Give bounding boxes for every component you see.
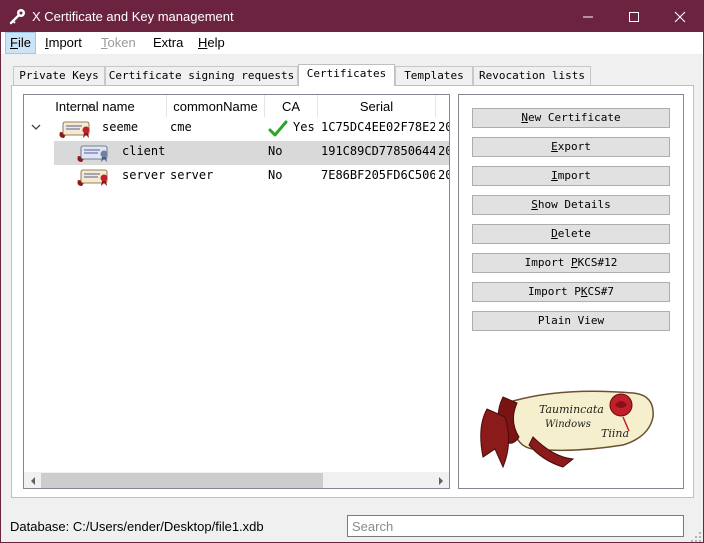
menu-file[interactable]: File <box>5 32 36 54</box>
certificate-icon <box>77 145 108 162</box>
row-serial: 7E86BF205FD6C506 <box>321 168 435 182</box>
tab-private-keys[interactable]: Private Keys <box>13 66 105 85</box>
column-internal-name[interactable]: ▲ Internal name <box>24 95 167 117</box>
menu-help[interactable]: Help <box>194 32 229 54</box>
close-icon <box>674 11 686 22</box>
tab-revocation-lists[interactable]: Revocation lists <box>473 66 591 85</box>
column-serial[interactable]: Serial <box>318 95 436 117</box>
tree-row[interactable]: client No 191C89CD77850644 202 <box>24 141 449 165</box>
row-date: 202 <box>438 120 449 134</box>
row-ca: No <box>268 144 283 158</box>
maximize-button[interactable] <box>611 1 657 32</box>
import-pkcs12-button[interactable]: Import PKCS#12 <box>472 253 670 273</box>
tab-certificate-signing-requests[interactable]: Certificate signing requests <box>105 66 298 85</box>
row-common-name <box>170 141 262 165</box>
column-common-name[interactable]: commonName <box>167 95 265 117</box>
tree-header: ▲ Internal name commonName CA Serial <box>24 95 449 117</box>
plain-view-button[interactable]: Plain View <box>472 311 670 331</box>
row-common-name: server <box>170 168 214 182</box>
row-serial: 191C89CD77850644 <box>321 144 435 158</box>
row-internal-name: client <box>122 144 166 158</box>
certificate-tree[interactable]: ▲ Internal name commonName CA Serial see… <box>23 94 450 489</box>
chevron-right-icon <box>438 476 443 485</box>
row-ca: No <box>268 168 283 182</box>
row-common-name: cme <box>170 120 192 134</box>
tab-certificates[interactable]: Certificates <box>298 64 395 86</box>
chevron-down-icon[interactable] <box>30 121 42 133</box>
column-ca[interactable]: CA <box>265 95 318 117</box>
maximize-icon <box>629 11 639 22</box>
row-date: 202 <box>438 168 449 182</box>
menu-token[interactable]: Token <box>97 32 140 54</box>
scroll-logo: Taumincata Windows Tiina <box>480 390 654 469</box>
delete-button[interactable]: Delete <box>472 224 670 244</box>
row-internal-name: seeme <box>102 120 139 134</box>
row-ca: Yes <box>293 120 315 134</box>
menu-bar: File Import Token Extra Help <box>1 32 703 54</box>
import-button[interactable]: Import <box>472 166 670 186</box>
tree-row[interactable]: server server No 7E86BF205FD6C506 202 <box>24 165 449 189</box>
certificate-icon <box>77 169 108 186</box>
key-icon <box>9 9 25 25</box>
menu-import[interactable]: Import <box>41 32 86 54</box>
export-button[interactable]: Export <box>472 137 670 157</box>
certificates-panel: ▲ Internal name commonName CA Serial see… <box>11 85 694 498</box>
scroll-left-button[interactable] <box>24 472 41 488</box>
row-date: 202 <box>438 144 449 158</box>
checkmark-icon <box>268 120 288 137</box>
menu-extra[interactable]: Extra <box>149 32 187 54</box>
logo-text-line3: Tiina <box>601 427 629 440</box>
database-path: Database: C:/Users/ender/Desktop/file1.x… <box>10 519 264 534</box>
scrollbar-thumb[interactable] <box>41 473 323 488</box>
sort-up-icon: ▲ <box>86 101 94 110</box>
title-bar[interactable]: X Certificate and Key management <box>1 1 703 32</box>
logo-text-line2: Windows <box>545 419 591 430</box>
minimize-icon <box>583 16 593 17</box>
show-details-button[interactable]: Show Details <box>472 195 670 215</box>
search-input[interactable] <box>347 515 684 537</box>
main-window: X Certificate and Key management File Im… <box>0 0 704 543</box>
row-internal-name: server <box>122 168 166 182</box>
scroll-right-button[interactable] <box>432 472 449 488</box>
row-serial: 1C75DC4EE02F78E2 <box>321 120 435 134</box>
close-button[interactable] <box>657 1 703 32</box>
window-title: X Certificate and Key management <box>32 9 234 24</box>
minimize-button[interactable] <box>565 1 611 32</box>
resize-grip-icon[interactable] <box>690 531 702 543</box>
tree-row[interactable]: seeme cme Yes 1C75DC4EE02F78E2 202 <box>24 117 449 141</box>
horizontal-scrollbar[interactable] <box>24 472 449 488</box>
chevron-left-icon <box>30 476 35 485</box>
certificate-icon <box>59 121 90 138</box>
tab-templates[interactable]: Templates <box>395 66 473 85</box>
new-certificate-button[interactable]: New Certificate <box>472 108 670 128</box>
import-pkcs7-button[interactable]: Import PKCS#7 <box>472 282 670 302</box>
action-panel: New Certificate Export Import Show Detai… <box>458 94 684 489</box>
logo-text-line1: Taumincata <box>539 403 604 416</box>
